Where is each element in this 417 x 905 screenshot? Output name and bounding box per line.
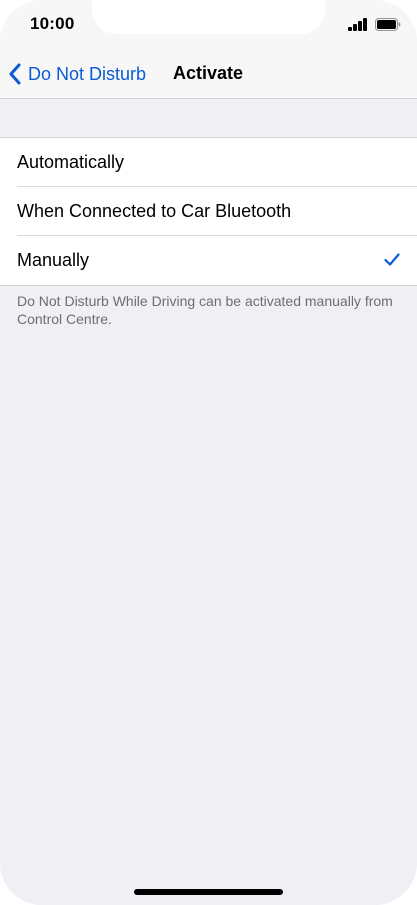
- cellular-signal-icon: [348, 18, 368, 31]
- option-manually[interactable]: Manually: [0, 236, 417, 285]
- checkmark-icon: [384, 253, 400, 266]
- option-label: When Connected to Car Bluetooth: [17, 201, 292, 221]
- navigation-bar: Do Not Disturb Activate: [0, 50, 417, 99]
- option-automatically[interactable]: Automatically: [0, 138, 417, 187]
- option-label: Manually: [17, 250, 90, 270]
- home-indicator[interactable]: [134, 889, 283, 895]
- back-button-label: Do Not Disturb: [28, 63, 147, 84]
- status-time: 10:00: [30, 14, 75, 33]
- chevron-left-icon: [9, 63, 21, 85]
- option-car-bluetooth[interactable]: When Connected to Car Bluetooth: [0, 187, 417, 236]
- option-label: Automatically: [17, 152, 125, 172]
- back-button[interactable]: Do Not Disturb: [8, 60, 146, 88]
- footer-note: Do Not Disturb While Driving can be acti…: [17, 293, 393, 327]
- status-bar: 10:00: [0, 0, 417, 50]
- page-title: Activate: [173, 63, 244, 83]
- activate-options-list: Automatically When Connected to Car Blue…: [0, 137, 417, 286]
- phone-screen: 10:00 Do Not Disturb Activate Automatica…: [0, 0, 417, 905]
- notch: [92, 0, 325, 34]
- battery-icon: [375, 18, 401, 31]
